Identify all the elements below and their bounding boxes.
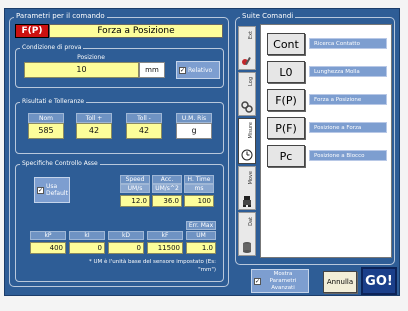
tab-log[interactable]: Log xyxy=(238,72,256,116)
unit-note: * UM è l'unità base del sensore impostat… xyxy=(89,259,216,273)
show-advanced-check-mark: ✓ xyxy=(254,277,261,285)
command-label-pc: Posizione a Blocco xyxy=(309,150,387,161)
tab-ext[interactable]: Ext xyxy=(238,26,256,70)
command-button-pf[interactable]: P(F) xyxy=(267,117,305,139)
command-button-fp[interactable]: F(P) xyxy=(267,89,305,111)
result-unit: g xyxy=(176,123,212,139)
hold-time-input[interactable]: 100 xyxy=(184,195,214,207)
show-advanced-checkbox[interactable]: ✓ Mostra Parametri Avanzati xyxy=(251,269,309,293)
command-list: Cont Ricerca Contatto L0 Lunghezza Molla… xyxy=(260,24,392,258)
command-label-pf: Posizione a Forza xyxy=(309,122,387,133)
results-title: Risultati e Tolleranze xyxy=(20,98,87,105)
command-suite-title: Suite Comandi xyxy=(240,12,296,20)
tab-misure-label: Misure xyxy=(248,122,254,139)
use-default-check-mark: ✓ xyxy=(37,186,44,194)
command-suite-panel: Suite Comandi Ext Log Misure Move Dat Co… xyxy=(235,12,395,265)
command-label-fp: Forza a Posizione xyxy=(309,94,387,105)
command-code: F(P) xyxy=(15,24,49,38)
test-condition-title: Condizione di prova xyxy=(20,44,84,51)
tab-move-label: Move xyxy=(248,171,254,185)
position-unit: mm xyxy=(139,62,165,78)
cancel-button[interactable]: Annulla xyxy=(323,271,357,293)
err-max-header: Err. Max xyxy=(186,221,216,230)
position-label: Posizione xyxy=(77,54,105,61)
position-input[interactable]: 10 xyxy=(24,62,139,78)
ki-header: kI xyxy=(69,231,105,240)
ki-input[interactable]: 0 xyxy=(69,242,105,254)
tolerance-minus-input[interactable]: 42 xyxy=(126,123,162,139)
tab-log-label: Log xyxy=(248,77,254,86)
screen-frame: Parametri per il comando F(P) Forza a Po… xyxy=(0,0,408,311)
command-button-pc[interactable]: Pc xyxy=(267,145,305,167)
go-button[interactable]: GO! xyxy=(361,267,397,295)
relative-label: Relativo xyxy=(188,66,213,74)
kd-input[interactable]: 0 xyxy=(108,242,144,254)
kf-header: kF xyxy=(147,231,183,240)
tolerance-plus-input[interactable]: 42 xyxy=(76,123,112,139)
database-icon xyxy=(243,242,251,253)
command-label-cont: Ricerca Contatto xyxy=(309,38,387,49)
hold-time-header: H. Time xyxy=(184,175,214,184)
axis-control-group: Specifiche Controllo Asse ✓ Usa Default … xyxy=(15,160,224,282)
results-header-nom: Nom xyxy=(28,113,64,123)
um-header: UM xyxy=(186,231,216,240)
tab-move[interactable]: Move xyxy=(238,166,256,210)
tab-dat-label: Dat xyxy=(248,217,254,226)
speed-input[interactable]: 12.0 xyxy=(120,195,150,207)
parameters-panel-title: Parametri per il comando xyxy=(14,12,107,20)
hold-time-unit: ms xyxy=(184,184,214,193)
command-button-l0[interactable]: L0 xyxy=(267,61,305,83)
command-name: Forza a Posizione xyxy=(49,24,223,38)
results-group: Risultati e Tolleranze Nom Toll + Toll -… xyxy=(15,98,224,154)
parameters-panel: Parametri per il comando F(P) Forza a Po… xyxy=(9,12,229,287)
kd-header: kD xyxy=(108,231,144,240)
kp-input[interactable]: 400 xyxy=(30,242,66,254)
gears-icon xyxy=(241,101,253,113)
results-header-unit: U.M. Ris xyxy=(176,113,212,123)
axis-control-title: Specifiche Controllo Asse xyxy=(20,160,100,167)
test-condition-group: Condizione di prova Posizione 10 mm ✓ Re… xyxy=(15,44,224,88)
tab-ext-label: Ext xyxy=(248,31,254,40)
speed-unit: UM/s xyxy=(120,184,150,193)
command-label-l0: Lunghezza Molla xyxy=(309,66,387,77)
tools-icon xyxy=(242,57,251,65)
use-default-checkbox[interactable]: ✓ Usa Default xyxy=(34,177,70,203)
acc-header: Acc. xyxy=(152,175,182,184)
nominal-input[interactable]: 585 xyxy=(28,123,64,139)
tab-misure[interactable]: Misure xyxy=(238,118,256,164)
use-default-label: Usa Default xyxy=(46,183,68,197)
speed-header: Speed xyxy=(120,175,150,184)
err-max-input[interactable]: 1.0 xyxy=(186,242,216,254)
kp-header: kP xyxy=(30,231,66,240)
results-header-toll-minus: Toll - xyxy=(126,113,162,123)
robot-icon xyxy=(243,196,251,207)
command-window: Parametri per il comando F(P) Forza a Po… xyxy=(4,8,400,296)
relative-checkbox[interactable]: ✓ Relativo xyxy=(176,61,220,79)
clock-icon xyxy=(241,149,253,161)
tab-dat[interactable]: Dat xyxy=(238,212,256,256)
command-button-cont[interactable]: Cont xyxy=(267,33,305,55)
kf-input[interactable]: 11500 xyxy=(147,242,183,254)
acc-unit: UM/s^2 xyxy=(152,184,182,193)
results-header-toll-plus: Toll + xyxy=(76,113,112,123)
acc-input[interactable]: 36.0 xyxy=(152,195,182,207)
relative-check-mark: ✓ xyxy=(179,66,186,74)
show-advanced-label: Mostra Parametri Avanzati xyxy=(269,270,297,291)
tab-strip: Ext Log Misure Move Dat xyxy=(238,24,258,258)
